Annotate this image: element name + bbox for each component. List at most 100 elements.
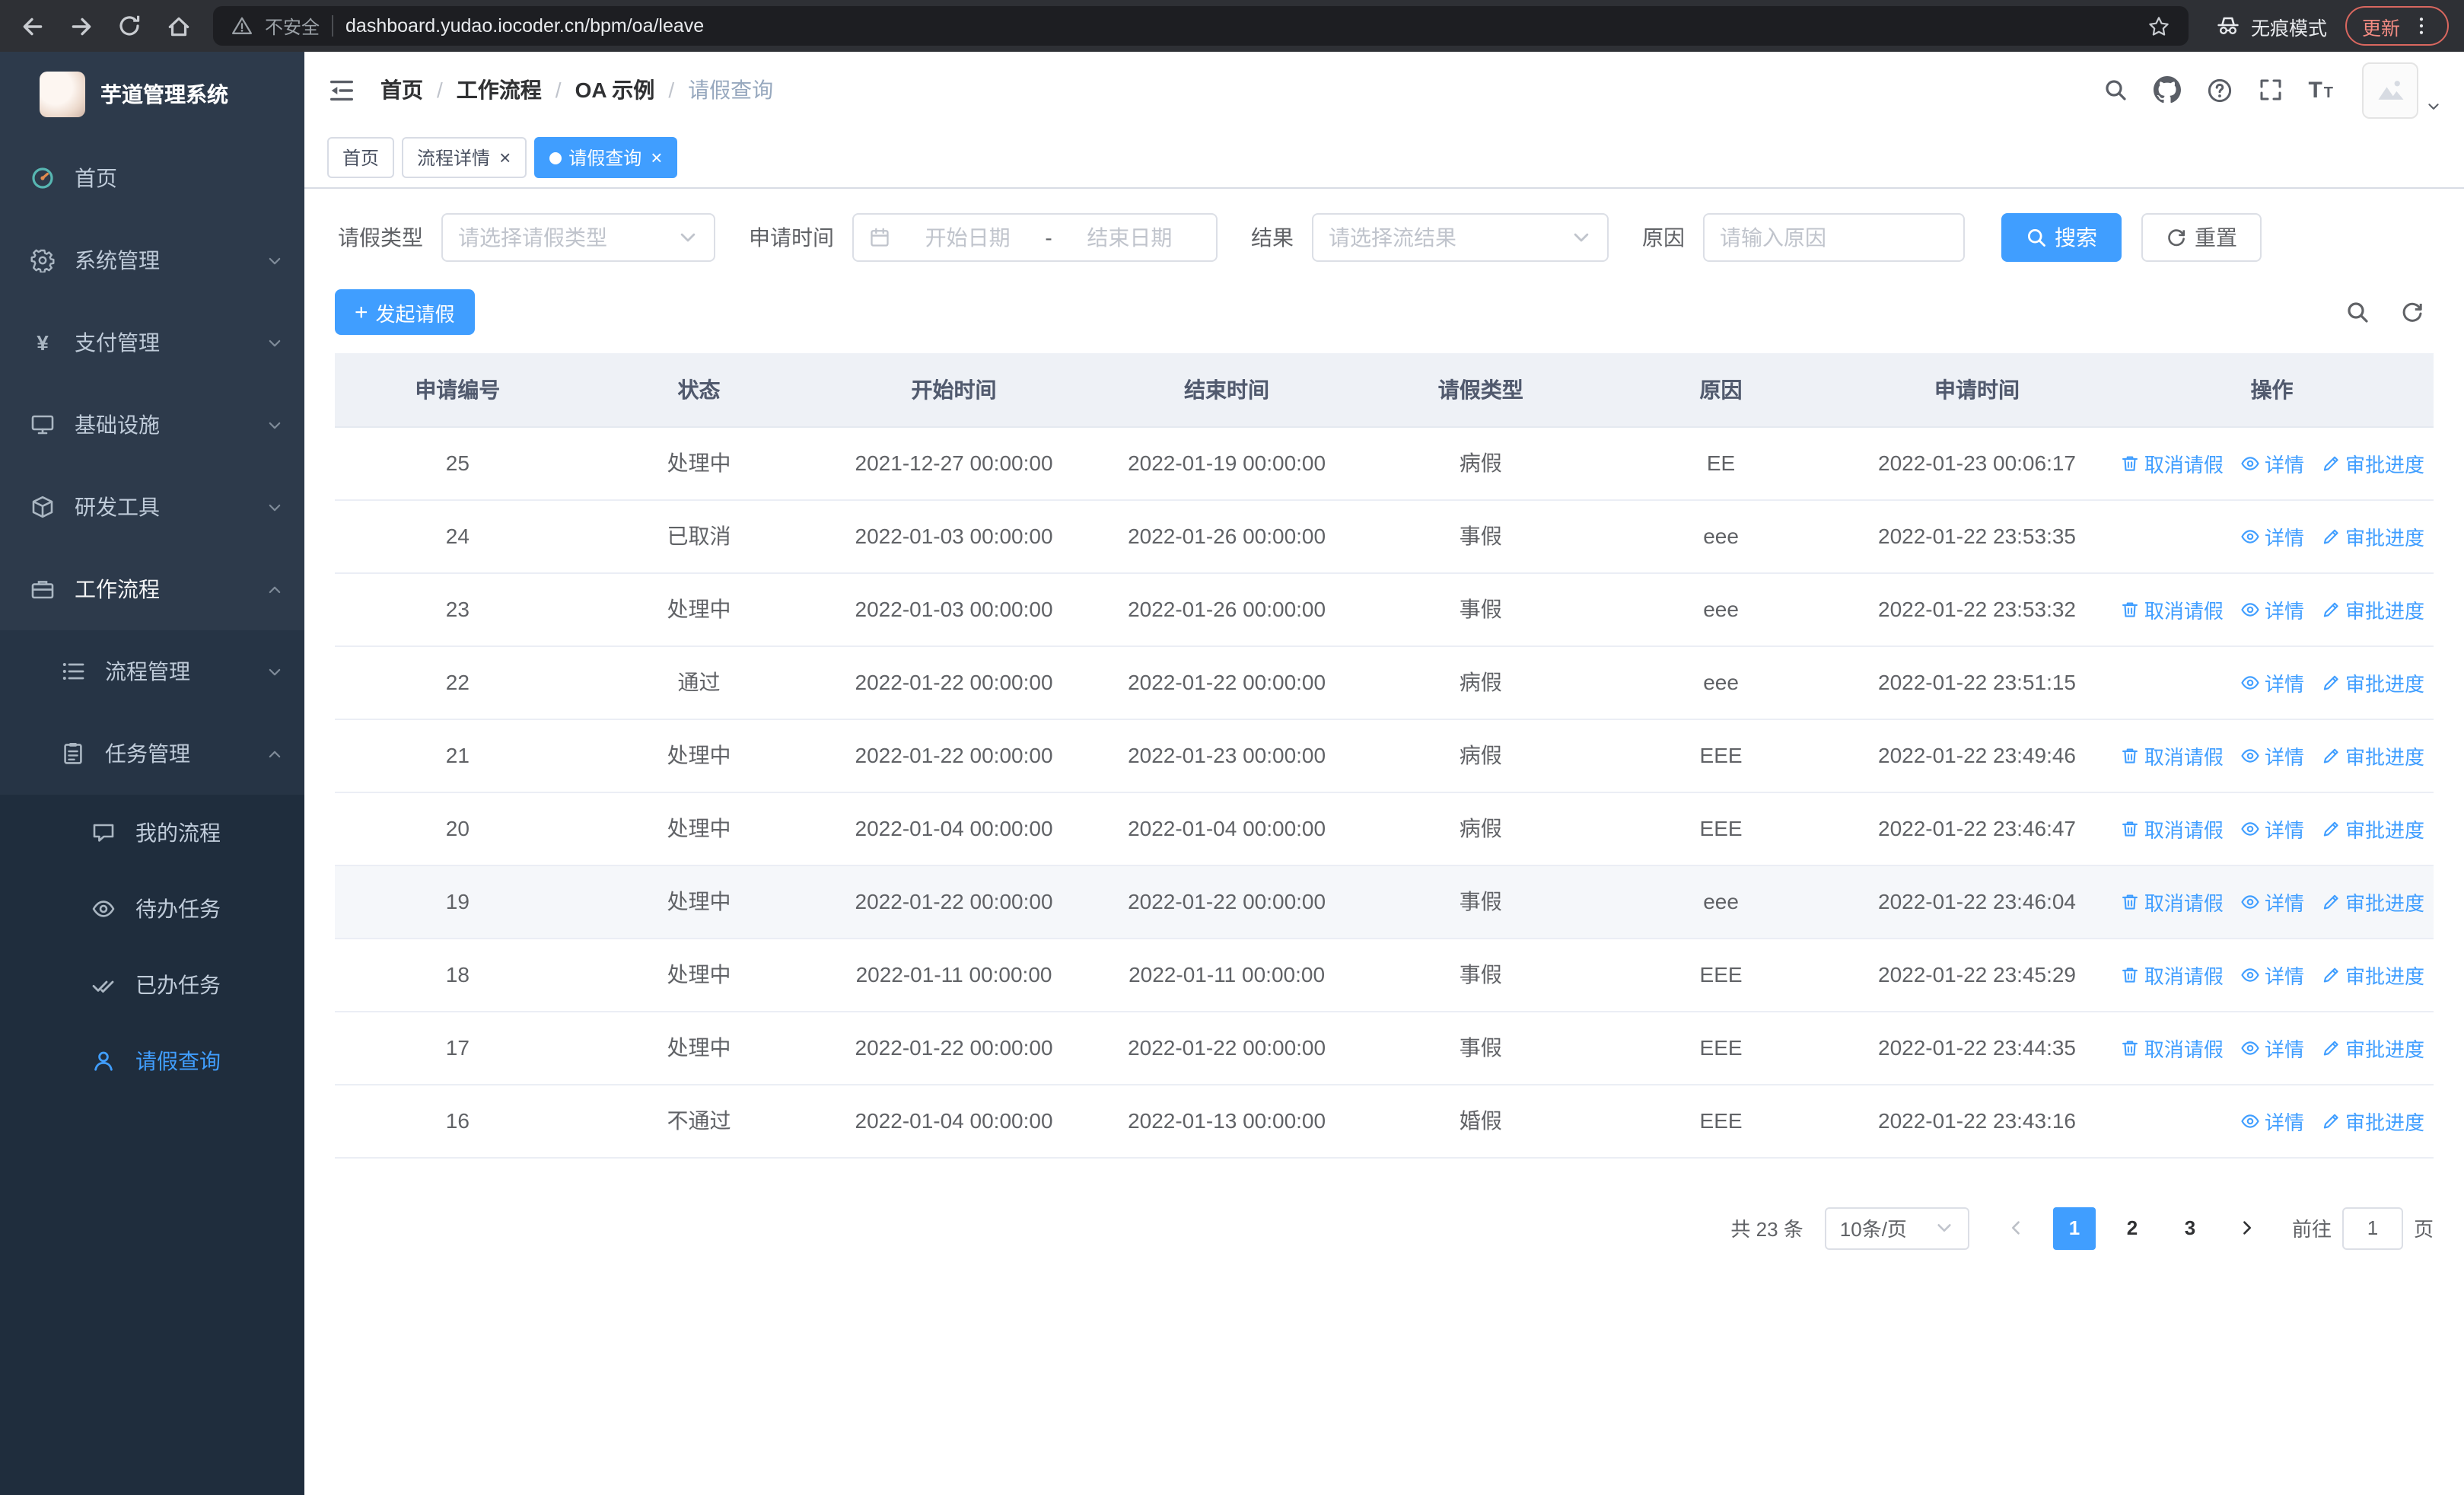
sidebar-item-system[interactable]: 系统管理 [0,219,304,301]
search-button[interactable]: 搜索 [2001,213,2122,262]
cancel-leave-link[interactable]: 取消请假 [2120,741,2224,770]
back-button[interactable] [9,3,55,49]
progress-link[interactable]: 审批进度 [2321,668,2424,696]
eye-icon [91,897,116,921]
goto-page-input[interactable] [2341,1207,2403,1249]
breadcrumb: 首页 / 工作流程 / OA 示例 / 请假查询 [380,75,773,105]
menu-dots-icon[interactable] [2411,15,2432,37]
detail-link[interactable]: 详情 [2240,521,2304,550]
sidebar-item-home[interactable]: 首页 [0,137,304,219]
progress-link[interactable]: 审批进度 [2321,521,2424,550]
tab-process-detail[interactable]: 流程详情 × [402,137,527,178]
sidebar-item-payment[interactable]: ¥ 支付管理 [0,301,304,384]
breadcrumb-item[interactable]: 工作流程 [457,75,542,105]
cell-end: 2022-01-22 00:00:00 [1090,865,1364,939]
help-icon[interactable] [2206,77,2232,103]
cell-applied: 2022-01-22 23:53:35 [1843,499,2111,573]
tab-close-icon[interactable]: × [499,148,511,167]
sidebar-item-workflow[interactable]: 工作流程 [0,548,304,630]
progress-link[interactable]: 审批进度 [2321,1106,2424,1135]
breadcrumb-item[interactable]: OA 示例 [575,75,655,105]
user-menu[interactable] [2362,62,2441,118]
table-row: 17 处理中 2022-01-22 00:00:00 2022-01-22 00… [335,1011,2434,1085]
address-bar[interactable]: 不安全 dashboard.yudao.iocoder.cn/bpm/oa/le… [213,6,2189,46]
avatar[interactable] [2362,62,2418,118]
table-refresh-icon[interactable] [2400,300,2424,324]
tab-leave-query[interactable]: 请假查询 × [533,137,678,178]
sidebar-item-done-tasks[interactable]: 已办任务 [0,947,304,1023]
cancel-leave-link[interactable]: 取消请假 [2120,814,2224,843]
bookmark-star-icon[interactable] [2147,14,2170,37]
sidebar-item-task-management[interactable]: 任务管理 [0,712,304,795]
search-icon[interactable] [2103,78,2127,102]
reset-button[interactable]: 重置 [2141,213,2262,262]
page-button-1[interactable]: 1 [2052,1207,2096,1249]
github-icon[interactable] [2153,76,2180,104]
breadcrumb-item[interactable]: 首页 [380,75,423,105]
fullscreen-icon[interactable] [2258,78,2282,102]
progress-link[interactable]: 审批进度 [2321,594,2424,623]
detail-link[interactable]: 详情 [2240,1033,2304,1062]
table-row: 16 不通过 2022-01-04 00:00:00 2022-01-13 00… [335,1084,2434,1158]
column-header: 结束时间 [1090,353,1364,427]
cell-status: 已取消 [580,499,818,573]
sidebar-item-infrastructure[interactable]: 基础设施 [0,384,304,466]
detail-link[interactable]: 详情 [2240,668,2304,696]
progress-link[interactable]: 审批进度 [2321,887,2424,916]
double-check-icon [91,973,116,997]
cell-status: 处理中 [580,572,818,646]
font-size-icon[interactable]: TT [2308,77,2333,103]
logo-avatar [40,72,85,117]
detail-link[interactable]: 详情 [2240,1106,2304,1135]
progress-link[interactable]: 审批进度 [2321,960,2424,989]
detail-link[interactable]: 详情 [2240,887,2304,916]
hamburger-button[interactable] [327,75,356,104]
sidebar-item-my-process[interactable]: 我的流程 [0,795,304,871]
chevron-down-icon [266,499,283,515]
cancel-leave-link[interactable]: 取消请假 [2120,448,2224,477]
cell-status: 处理中 [580,719,818,792]
page-size-select[interactable]: 10条/页 [1824,1207,1969,1249]
sidebar-item-devtools[interactable]: 研发工具 [0,466,304,548]
home-button[interactable] [155,3,201,49]
cancel-leave-link[interactable]: 取消请假 [2120,594,2224,623]
detail-link[interactable]: 详情 [2240,960,2304,989]
detail-link[interactable]: 详情 [2240,448,2304,477]
table-search-toggle-icon[interactable] [2345,300,2370,324]
cell-start: 2022-01-22 00:00:00 [817,1011,1090,1085]
sidebar-item-todo-tasks[interactable]: 待办任务 [0,871,304,947]
next-page-button[interactable] [2227,1207,2269,1249]
edit-icon [2321,1038,2341,1057]
detail-link[interactable]: 详情 [2240,741,2304,770]
reload-button[interactable] [107,3,152,49]
date-range-picker[interactable]: 开始日期 - 结束日期 [852,213,1218,262]
page-button-2[interactable]: 2 [2111,1207,2154,1249]
tab-home[interactable]: 首页 [327,137,395,178]
cancel-leave-link[interactable]: 取消请假 [2120,1033,2224,1062]
page-button-3[interactable]: 3 [2169,1207,2211,1249]
sidebar-item-process-management[interactable]: 流程管理 [0,630,304,712]
update-button[interactable]: 更新 [2345,6,2449,46]
create-leave-button[interactable]: + 发起请假 [335,289,475,335]
leave-type-select[interactable]: 请选择请假类型 [441,213,715,262]
result-select[interactable]: 请选择流结果 [1312,213,1609,262]
dashboard-icon [32,167,53,189]
forward-button[interactable] [58,3,103,49]
prev-page-button[interactable] [1995,1207,2038,1249]
cell-id: 22 [335,645,581,719]
detail-link[interactable]: 详情 [2240,594,2304,623]
sidebar-item-leave-query[interactable]: 请假查询 [0,1023,304,1099]
progress-link[interactable]: 审批进度 [2321,1033,2424,1062]
detail-link[interactable]: 详情 [2240,814,2304,843]
cancel-leave-link[interactable]: 取消请假 [2120,887,2224,916]
progress-link[interactable]: 审批进度 [2321,448,2424,477]
cell-id: 25 [335,426,581,500]
column-header: 请假类型 [1363,353,1599,427]
cell-end: 2022-01-23 00:00:00 [1090,719,1364,792]
tab-close-icon[interactable]: × [651,148,662,167]
cancel-leave-link[interactable]: 取消请假 [2120,960,2224,989]
progress-link[interactable]: 审批进度 [2321,814,2424,843]
cell-applied: 2022-01-22 23:46:04 [1843,865,2111,939]
reason-input[interactable] [1720,215,1948,260]
progress-link[interactable]: 审批进度 [2321,741,2424,770]
